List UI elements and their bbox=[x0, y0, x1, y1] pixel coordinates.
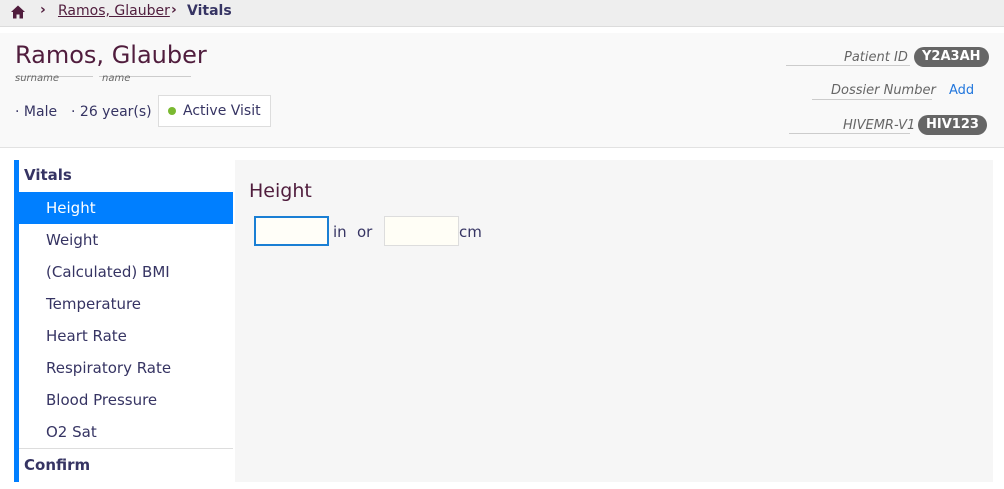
patient-name: Ramos, Glauber bbox=[15, 41, 207, 77]
patient-surname: Ramos, bbox=[15, 41, 105, 69]
home-icon[interactable] bbox=[10, 4, 26, 20]
breadcrumb: › Ramos, Glauber › Vitals bbox=[0, 0, 1004, 27]
chevron-right-icon: › bbox=[171, 2, 177, 18]
nav-item-heart-rate[interactable]: Heart Rate bbox=[19, 320, 233, 352]
height-cm-input[interactable] bbox=[384, 216, 459, 246]
nav-item-weight[interactable]: Weight bbox=[19, 224, 233, 256]
breadcrumb-patient-link[interactable]: Ramos, Glauber bbox=[58, 3, 170, 19]
patient-id-label: Patient ID bbox=[844, 50, 908, 65]
height-inches-input[interactable] bbox=[254, 216, 329, 246]
divider bbox=[812, 99, 932, 100]
divider bbox=[789, 133, 910, 134]
divider bbox=[786, 65, 910, 66]
nav-item-bmi[interactable]: (Calculated) BMI bbox=[19, 256, 233, 288]
nav-item-height[interactable]: Height bbox=[19, 192, 233, 224]
age: · 26 year(s) bbox=[71, 104, 152, 120]
question-panel: Height in or cm bbox=[235, 160, 993, 482]
add-dossier-number-link[interactable]: Add bbox=[949, 83, 974, 98]
hivemr-badge: HIV123 bbox=[918, 115, 987, 135]
nav-section-vitals[interactable]: Vitals bbox=[24, 166, 72, 184]
nav-item-temperature[interactable]: Temperature bbox=[19, 288, 233, 320]
patient-header: Ramos, Glauber surname name · Male · 26 … bbox=[0, 33, 1004, 148]
divider bbox=[19, 448, 233, 449]
gender: · Male bbox=[15, 104, 58, 120]
nav-item-blood-pressure[interactable]: Blood Pressure bbox=[19, 384, 233, 416]
dossier-number-label: Dossier Number bbox=[831, 83, 936, 98]
nav-section-confirm[interactable]: Confirm bbox=[24, 456, 90, 474]
hivemr-label: HIVEMR-V1 bbox=[843, 118, 916, 133]
breadcrumb-current: Vitals bbox=[187, 3, 232, 19]
question-title: Height bbox=[249, 180, 312, 202]
patient-id-badge: Y2A3AH bbox=[914, 47, 989, 67]
active-visit-badge[interactable]: Active Visit bbox=[158, 95, 271, 127]
name-label: name bbox=[102, 73, 131, 84]
surname-label: surname bbox=[15, 73, 60, 84]
or-text: or bbox=[357, 223, 373, 241]
visit-status-label: Active Visit bbox=[183, 103, 261, 119]
nav-item-respiratory-rate[interactable]: Respiratory Rate bbox=[19, 352, 233, 384]
chevron-right-icon: › bbox=[40, 2, 46, 18]
cm-unit: cm bbox=[459, 223, 482, 241]
status-dot-icon bbox=[168, 107, 176, 115]
vitals-nav: Vitals Height Weight (Calculated) BMI Te… bbox=[14, 160, 233, 482]
patient-given-name: Glauber bbox=[111, 41, 207, 69]
inches-unit: in bbox=[333, 223, 347, 241]
nav-item-o2-sat[interactable]: O2 Sat bbox=[19, 416, 233, 448]
